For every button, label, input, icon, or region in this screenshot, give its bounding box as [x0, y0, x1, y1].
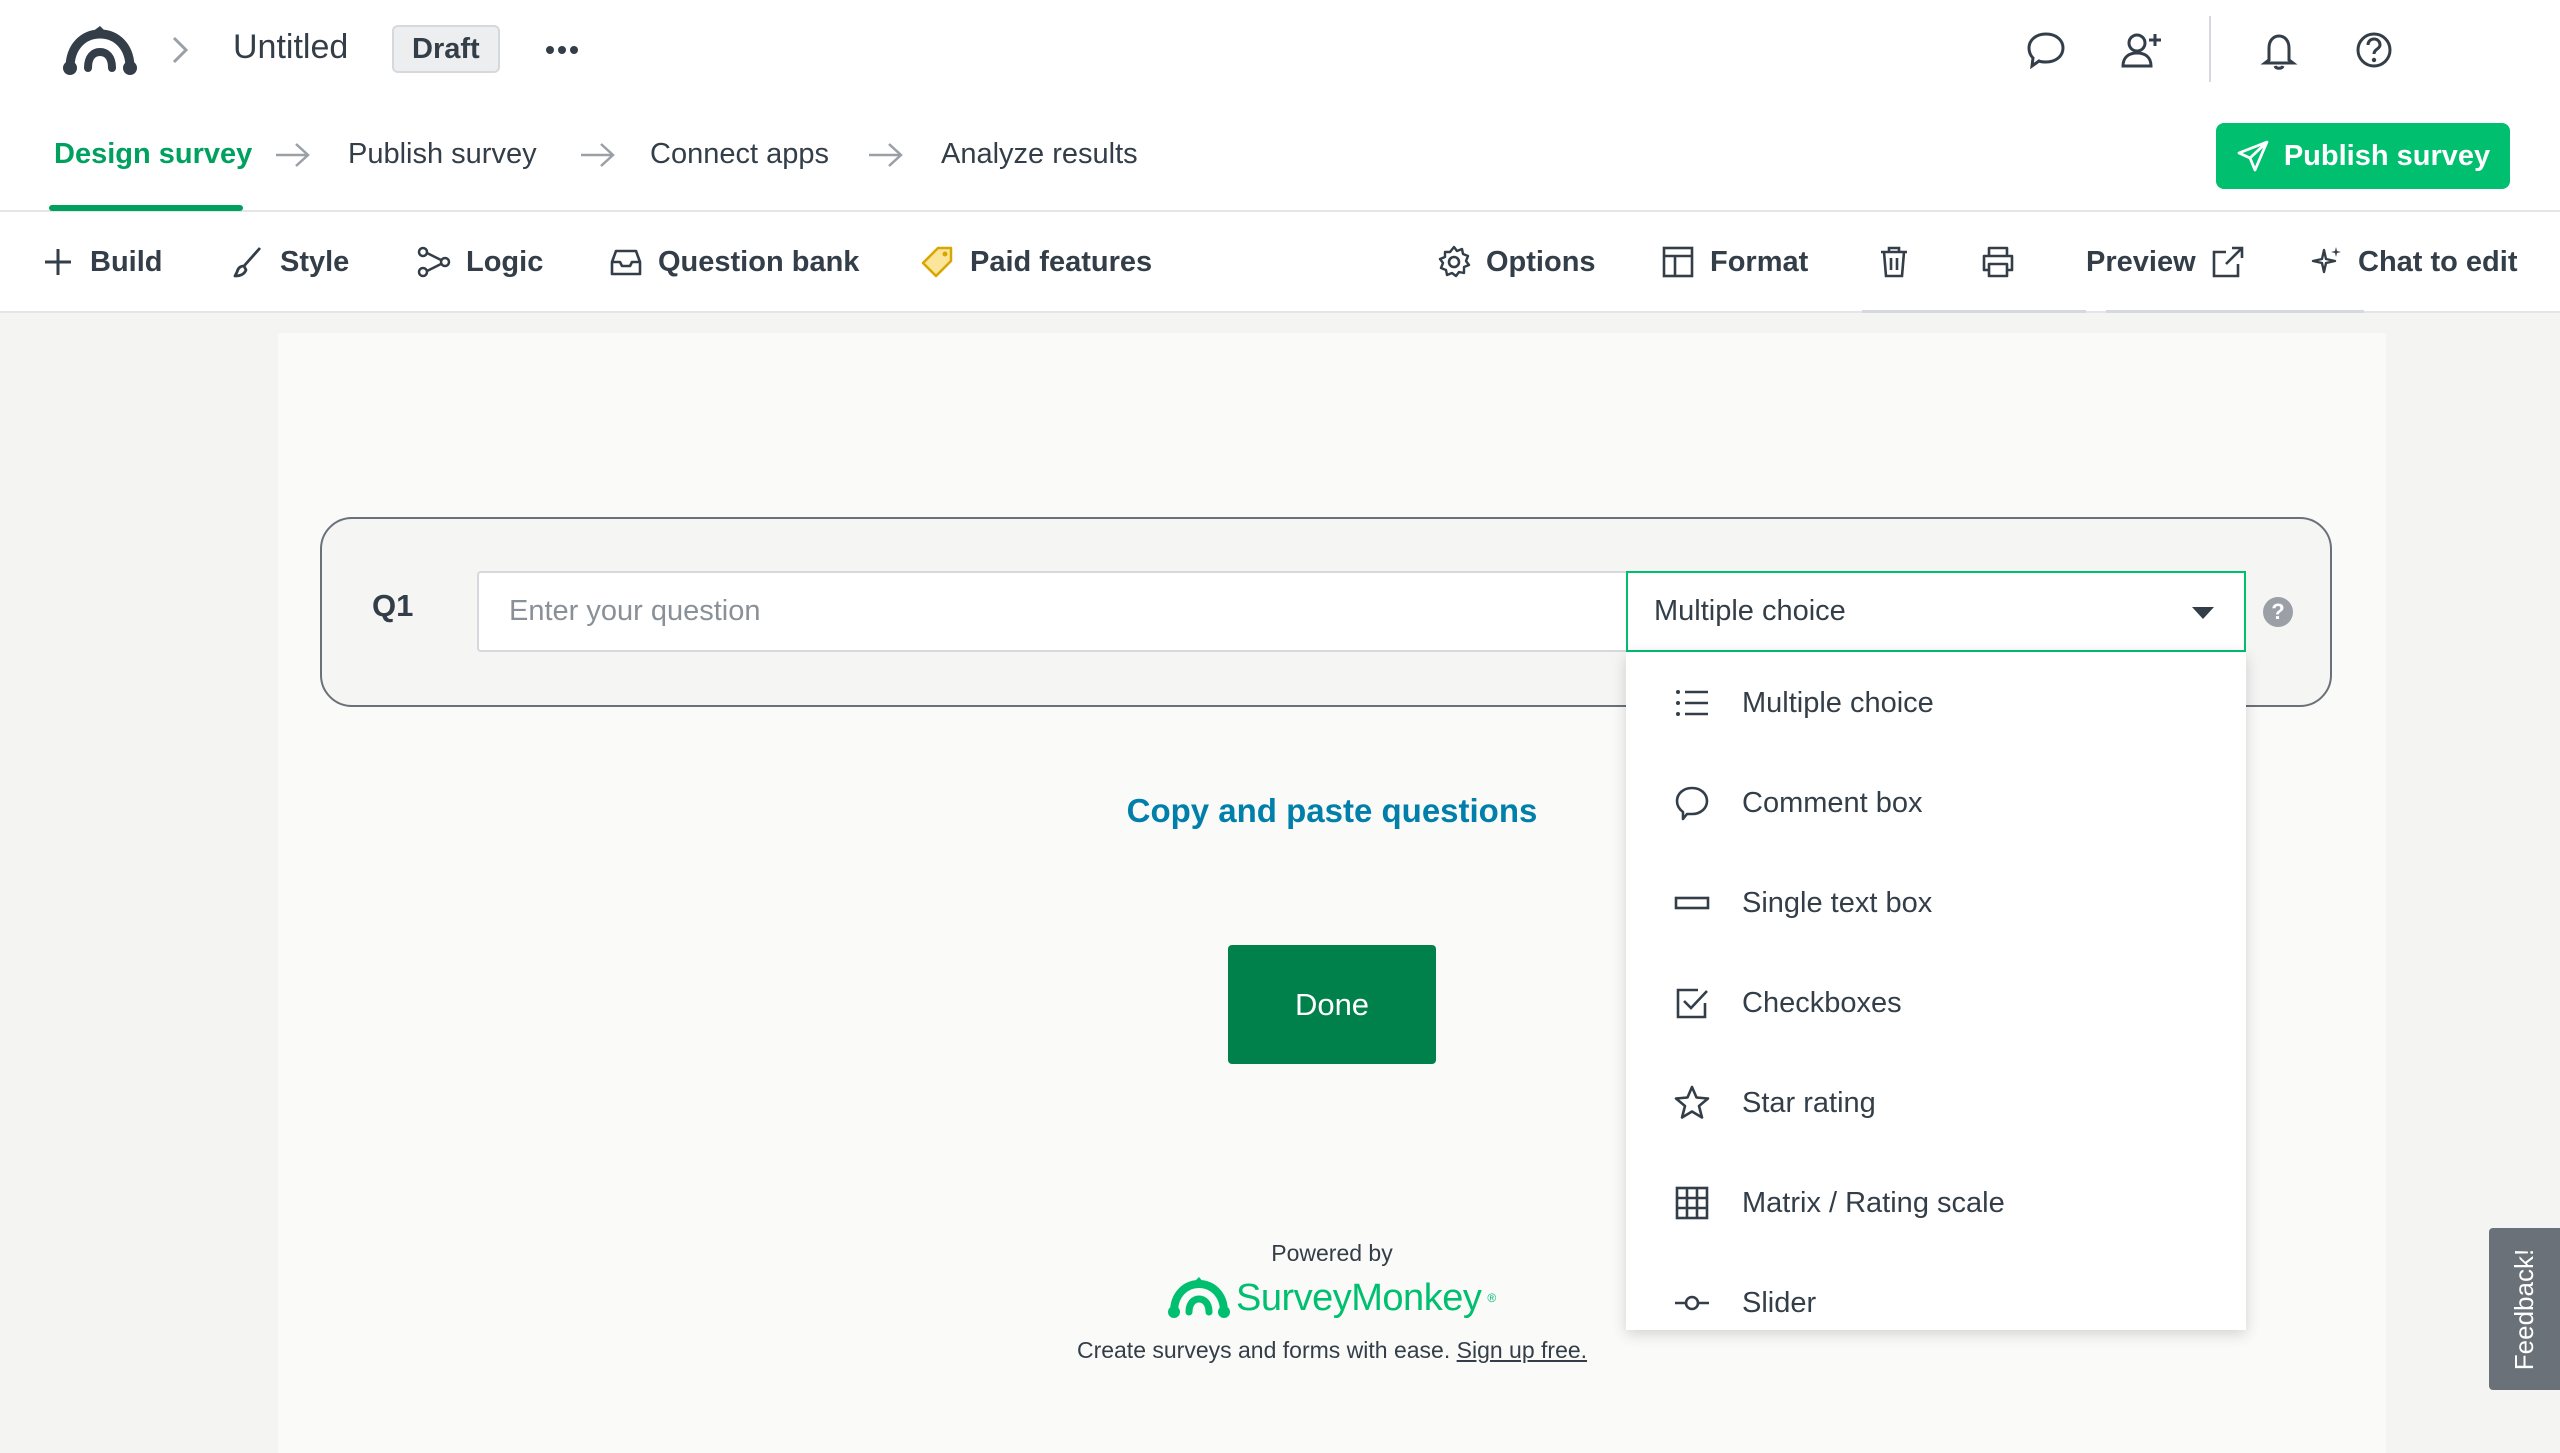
dropdown-item-comment-box[interactable]: Comment box	[1626, 753, 2246, 853]
feedback-tab[interactable]: Feedback!	[2489, 1228, 2560, 1390]
dropdown-item-slider[interactable]: Slider	[1626, 1253, 2246, 1330]
dropdown-item-checkboxes[interactable]: Checkboxes	[1626, 953, 2246, 1053]
dropdown-item-label: Matrix / Rating scale	[1742, 1186, 2005, 1219]
format-label: Format	[1710, 245, 1809, 278]
active-step-indicator	[49, 205, 243, 211]
question-bank-button[interactable]: Question bank	[608, 212, 859, 312]
brush-icon	[233, 247, 262, 278]
question-type-value: Multiple choice	[1654, 595, 1846, 627]
logic-button[interactable]: Logic	[416, 212, 543, 312]
checkbox-icon	[1676, 988, 1708, 1019]
style-label: Style	[280, 245, 350, 278]
comment-icon	[1675, 786, 1709, 821]
dropdown-item-single-text-box[interactable]: Single text box	[1626, 853, 2246, 953]
textbox-icon	[1674, 896, 1710, 910]
preview-button[interactable]: Preview	[2086, 212, 2246, 312]
dropdown-item-label: Star rating	[1742, 1086, 1876, 1119]
dropdown-item-star-rating[interactable]: Star rating	[1626, 1053, 2246, 1153]
matrix-icon	[1675, 1186, 1709, 1220]
branch-icon	[417, 246, 451, 278]
monkey-logo-icon[interactable]	[62, 24, 138, 78]
delete-button[interactable]	[1876, 212, 1912, 312]
chat-to-edit-button[interactable]: Chat to edit	[2308, 212, 2518, 312]
slider-icon	[1675, 1295, 1709, 1311]
survey-title[interactable]: Untitled	[233, 28, 348, 67]
chat-bubble-icon[interactable]	[2022, 26, 2070, 74]
build-label: Build	[90, 245, 163, 278]
options-button[interactable]: Options	[1436, 212, 1596, 312]
publish-survey-button[interactable]: Publish survey	[2216, 123, 2510, 189]
toolbar-tab-indicator	[1862, 310, 2086, 313]
dropdown-item-matrix-rating-scale[interactable]: Matrix / Rating scale	[1626, 1153, 2246, 1253]
dropdown-item-label: Single text box	[1742, 886, 1933, 919]
done-button[interactable]: Done	[1228, 945, 1436, 1064]
format-button[interactable]: Format	[1660, 212, 1808, 312]
footer-tagline: Create surveys and forms with ease. Sign…	[1000, 1337, 1664, 1364]
arrow-right-icon	[276, 143, 310, 167]
question-number: Q1	[372, 588, 414, 623]
caret-down-icon	[2192, 607, 2214, 619]
inbox-icon	[610, 249, 642, 276]
step-design-survey[interactable]: Design survey	[54, 138, 252, 171]
plus-icon	[45, 249, 71, 275]
paid-features-label: Paid features	[970, 245, 1153, 278]
preview-label: Preview	[2086, 245, 2196, 278]
sign-up-link[interactable]: Sign up free.	[1457, 1337, 1587, 1363]
feedback-label: Feedback!	[2509, 1248, 2539, 1370]
surveymonkey-logo[interactable]: SurveyMonkey ®	[1168, 1272, 1496, 1324]
design-toolbar: Build Style Logic Question bank Paid fea…	[0, 212, 2560, 313]
external-link-icon	[2212, 246, 2243, 278]
layout-icon	[1662, 246, 1694, 278]
question-input[interactable]	[477, 571, 1627, 652]
logic-label: Logic	[466, 245, 544, 278]
dropdown-item-label: Checkboxes	[1742, 986, 1902, 1019]
trash-icon	[1881, 246, 1907, 278]
paid-features-button[interactable]: Paid features	[920, 212, 1152, 312]
powered-by-label: Powered by	[1271, 1240, 1393, 1266]
surveymonkey-logo-icon	[1168, 1277, 1230, 1318]
copy-paste-questions-link[interactable]: Copy and paste questions	[1000, 792, 1664, 830]
step-analyze-results[interactable]: Analyze results	[941, 138, 1138, 171]
add-user-icon[interactable]	[2117, 26, 2165, 74]
arrow-right-icon	[581, 143, 615, 167]
print-button[interactable]	[1980, 212, 2016, 312]
step-publish-survey[interactable]: Publish survey	[348, 138, 537, 171]
style-button[interactable]: Style	[230, 212, 349, 312]
question-help-icon[interactable]: ?	[2263, 597, 2293, 627]
dropdown-item-label: Slider	[1742, 1286, 1817, 1319]
status-badge: Draft	[392, 25, 500, 73]
dropdown-item-label: Comment box	[1742, 786, 1923, 819]
send-icon	[2237, 140, 2269, 172]
step-nav: Design survey Publish survey Connect app…	[0, 100, 2560, 212]
list-icon	[1676, 690, 1708, 716]
top-header: Untitled Draft	[0, 0, 2560, 100]
dropdown-item-label: Multiple choice	[1742, 686, 1934, 719]
arrow-right-icon	[869, 143, 903, 167]
header-divider	[2209, 16, 2211, 82]
help-circle-icon[interactable]	[2350, 26, 2398, 74]
toolbar-tab-indicator	[2106, 310, 2364, 313]
publish-survey-label: Publish survey	[2283, 139, 2491, 172]
chat-to-edit-label: Chat to edit	[2358, 245, 2518, 278]
chevron-right-icon	[172, 36, 189, 64]
options-label: Options	[1486, 245, 1596, 278]
tag-icon	[921, 246, 953, 278]
trademark-symbol: ®	[1487, 1291, 1497, 1305]
step-connect-apps[interactable]: Connect apps	[650, 138, 829, 171]
question-type-dropdown: Multiple choice Comment box Single text …	[1626, 652, 2246, 1330]
gear-icon	[1438, 245, 1471, 278]
star-icon	[1674, 1085, 1710, 1119]
sparkle-icon	[2311, 247, 2341, 274]
dropdown-item-multiple-choice[interactable]: Multiple choice	[1626, 653, 2246, 753]
printer-icon	[1982, 246, 2014, 278]
question-type-select[interactable]: Multiple choice	[1626, 571, 2246, 652]
more-icon[interactable]	[540, 28, 584, 72]
bell-icon[interactable]	[2255, 26, 2303, 74]
tagline-text: Create surveys and forms with ease.	[1076, 1337, 1451, 1363]
surveymonkey-wordmark: SurveyMonkey	[1236, 1276, 1482, 1319]
question-bank-label: Question bank	[658, 245, 860, 278]
build-button[interactable]: Build	[40, 212, 163, 312]
